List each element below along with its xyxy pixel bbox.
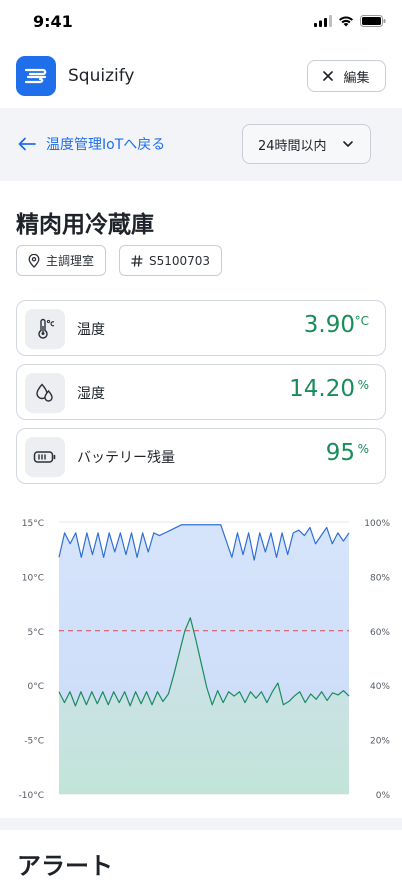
metric-label: バッテリー残量: [77, 450, 175, 466]
time-range-value: 24時間以内: [258, 138, 327, 154]
metric-card-temperature: 温度 3.90 °C: [16, 300, 386, 356]
status-icons: [314, 15, 386, 27]
metric-card-battery: バッテリー残量 95 %: [16, 428, 386, 484]
signal-icon: [314, 15, 332, 27]
device-title: 精肉用冷蔵庫: [16, 212, 154, 238]
hash-icon: [131, 254, 143, 267]
metric-value: 14.20: [289, 376, 355, 402]
status-bar: 9:41: [0, 0, 402, 50]
left-axis-tick-label: 0°C: [27, 682, 44, 692]
location-label: 主調理室: [46, 254, 95, 268]
metric-unit: %: [357, 442, 369, 456]
left-axis-tick-label: 10°C: [22, 573, 44, 583]
arrow-left-icon: [18, 137, 36, 151]
app-name: Squizify: [68, 66, 135, 86]
app-header: Squizify 編集: [0, 50, 402, 108]
right-axis-tick-label: 20%: [370, 737, 390, 747]
back-link-label: 温度管理IoTへ戻る: [46, 137, 166, 153]
serial-tag: S5100703: [119, 245, 223, 276]
chevron-down-icon: [343, 141, 353, 147]
location-tag: 主調理室: [16, 245, 107, 276]
metric-unit: %: [357, 378, 369, 392]
status-time: 9:41: [33, 12, 73, 31]
metric-label: 湿度: [77, 386, 105, 402]
metric-value: 3.90: [303, 312, 355, 338]
sensor-chart-svg: 15°C 10°C 5°C 0°C -5°C -10°C 100% 80% 60% 40% 20% 0…: [19, 519, 391, 801]
left-axis-tick-label: -5°C: [24, 737, 44, 747]
humidity-icon: [25, 373, 65, 413]
left-axis-tick-label: -10°C: [19, 791, 44, 800]
thermometer-icon: [25, 309, 65, 349]
serial-label: S5100703: [149, 253, 211, 268]
squizify-logo-icon: [24, 68, 47, 84]
wifi-icon: [339, 16, 353, 27]
left-axis-tick-label: 15°C: [22, 519, 44, 529]
right-axis-tick-label: 60%: [370, 628, 390, 638]
right-axis-tick-label: 100%: [364, 519, 390, 529]
map-pin-icon: [28, 253, 40, 268]
alerts-title: アラート: [17, 852, 113, 880]
nav-bar: 温度管理IoTへ戻る 24時間以内: [0, 108, 402, 181]
metric-unit: °C: [354, 314, 369, 328]
battery-icon: [25, 437, 65, 477]
back-link[interactable]: 温度管理IoTへ戻る: [18, 134, 165, 154]
close-icon: [323, 71, 334, 81]
edit-button-label: 編集: [343, 70, 370, 86]
metric-label: 温度: [77, 322, 105, 338]
right-axis-tick-label: 40%: [370, 682, 390, 692]
metric-card-humidity: 湿度 14.20 %: [16, 364, 386, 420]
edit-button[interactable]: 編集: [307, 60, 386, 92]
metric-value: 95: [325, 440, 355, 466]
battery-status-icon: [360, 15, 386, 27]
app-logo: [16, 56, 56, 96]
right-axis-tick-label: 0%: [376, 791, 391, 800]
sensor-chart: 15°C 10°C 5°C 0°C -5°C -10°C 100% 80% 60% 40% 20% 0…: [0, 510, 402, 801]
left-axis-tick-label: 5°C: [27, 628, 44, 638]
right-axis-tick-label: 80%: [370, 573, 390, 583]
time-range-select[interactable]: 24時間以内: [242, 124, 371, 164]
section-divider: [0, 818, 402, 830]
